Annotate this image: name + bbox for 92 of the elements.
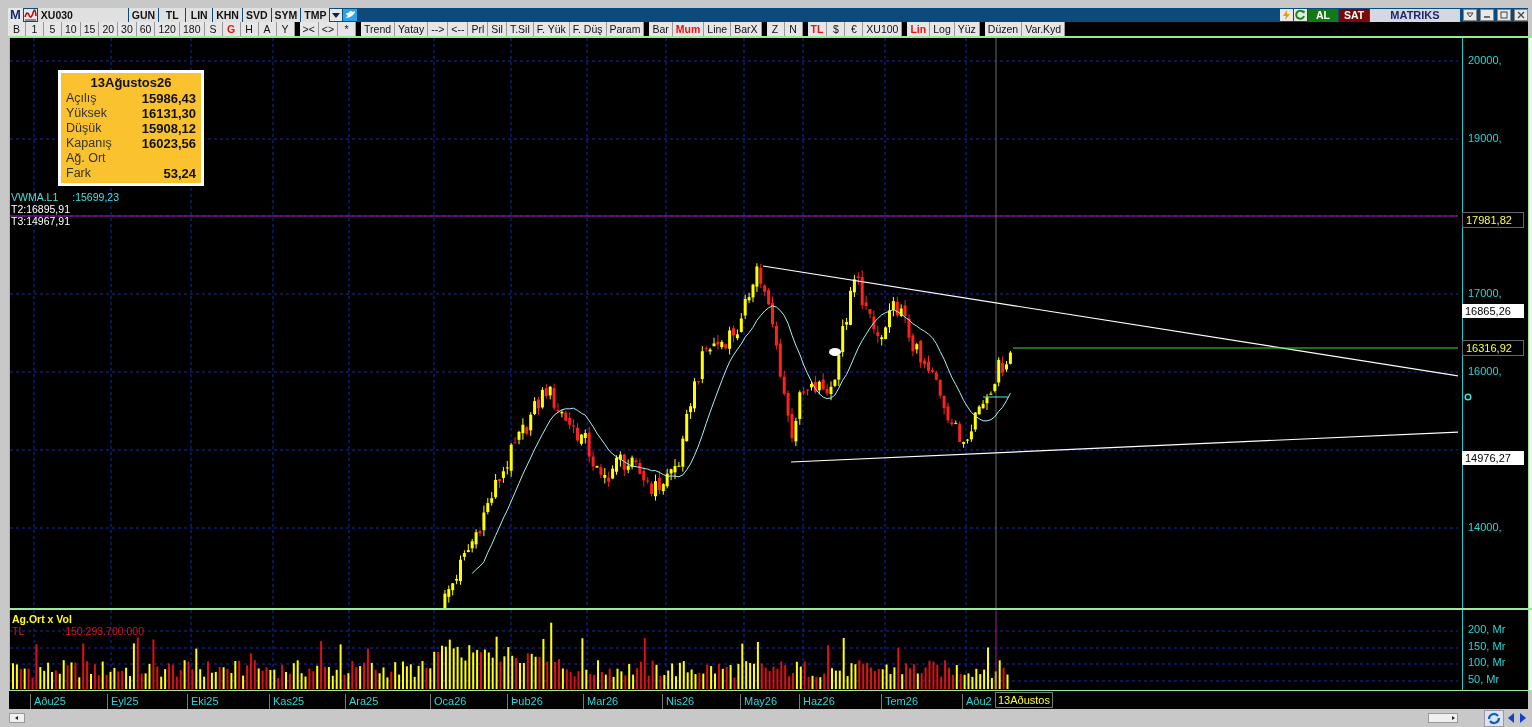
- buy-button[interactable]: AL: [1308, 8, 1338, 22]
- title-bar-button[interactable]: LIN: [186, 8, 213, 22]
- info-label: Ağ. Ort: [66, 151, 106, 166]
- title-bar-button[interactable]: SVD: [242, 8, 271, 22]
- toolbar-button[interactable]: TL: [807, 22, 828, 36]
- toolbar-button[interactable]: XU100: [863, 22, 903, 36]
- toolbar-button[interactable]: 10: [62, 22, 81, 36]
- price-axis-label: 19000,: [1468, 132, 1502, 144]
- date-axis-label: Aðu2: [962, 694, 992, 709]
- toolbar-button[interactable]: Sil: [488, 22, 507, 36]
- date-axis-label: Eyl25: [107, 694, 139, 709]
- volume-title: Ag.Ort x Vol: [12, 613, 73, 625]
- toolbar-button[interactable]: <--: [448, 22, 469, 36]
- toolbar-button[interactable]: €: [845, 22, 864, 36]
- info-date: 13Ağustos26: [89, 75, 173, 91]
- date-axis-label: Oca26: [430, 694, 467, 709]
- indicator-label: T3:14967,91: [11, 215, 70, 227]
- date-axis-label: Nis26: [662, 694, 695, 709]
- indicator-value: :15699,23: [72, 191, 119, 203]
- info-label: Düşük: [66, 121, 102, 136]
- toolbar-button[interactable]: Prl: [468, 22, 489, 36]
- toolbar-button[interactable]: F. Düş: [569, 22, 607, 36]
- toolbar-button[interactable]: Yüz: [954, 22, 980, 36]
- toolbar-button[interactable]: 120: [155, 22, 180, 36]
- toolbar-button[interactable]: Var.Kyd: [1022, 22, 1066, 36]
- info-label: Yüksek: [66, 106, 107, 121]
- info-value: 15986,43: [141, 91, 196, 106]
- toolbar-button[interactable]: F. Yük: [533, 22, 570, 36]
- date-axis-label: May26: [740, 694, 778, 709]
- title-bar-button[interactable]: TMP: [301, 8, 330, 22]
- date-axis-label: Tem26: [881, 694, 919, 709]
- info-value: 16023,56: [141, 136, 196, 151]
- volume-currency: TL: [12, 625, 25, 637]
- toolbar-button[interactable]: Log: [930, 22, 955, 36]
- info-label: Kapanış: [66, 136, 112, 151]
- date-axis-label: Aðu25: [30, 694, 66, 709]
- toolbar-button[interactable]: Bar: [649, 22, 673, 36]
- toolbar-button[interactable]: BarX: [731, 22, 762, 36]
- volume-axis-label: 150, Mr: [1468, 640, 1506, 652]
- toolbar-button[interactable]: 30: [118, 22, 137, 36]
- price-axis-label: 20000,: [1468, 54, 1502, 66]
- cursor-date-label: 13Aðustos: [995, 692, 1053, 708]
- toolbar-button[interactable]: B: [8, 22, 26, 36]
- toolbar-button[interactable]: T.Sil: [506, 22, 534, 36]
- info-value: 15908,12: [141, 121, 196, 136]
- info-value: 53,24: [163, 166, 196, 181]
- title-bar-button[interactable]: TL: [159, 8, 186, 22]
- volume-value: :150.293.700.000: [62, 625, 144, 637]
- price-tag: 14976,27: [1462, 451, 1524, 465]
- toolbar-button[interactable]: 5: [44, 22, 62, 36]
- title-bar-button[interactable]: SYM: [271, 8, 301, 22]
- date-axis-label: Mar26: [583, 694, 619, 709]
- title-bar-button[interactable]: KHN: [213, 8, 242, 22]
- title-bar-button[interactable]: GUN: [128, 8, 159, 22]
- price-axis-label: 14000,: [1468, 521, 1502, 533]
- info-value: 16131,30: [141, 106, 196, 121]
- volume-axis-label: 100, Mr: [1468, 656, 1506, 668]
- toolbar-button[interactable]: 20: [99, 22, 119, 36]
- brand-logo: MATRIKS: [1370, 8, 1460, 22]
- toolbar-button[interactable]: 180: [179, 22, 205, 36]
- info-label: Fark: [66, 166, 91, 181]
- date-axis-label: Haz26: [799, 694, 835, 709]
- symbol-field[interactable]: XU030: [37, 8, 128, 22]
- price-tag: 17981,82: [1462, 212, 1524, 228]
- date-axis-label: Þub26: [507, 694, 543, 709]
- toolbar-button[interactable]: 1: [26, 22, 44, 36]
- toolbar-button[interactable]: Line: [704, 22, 732, 36]
- toolbar-button[interactable]: *: [338, 22, 357, 36]
- toolbar-button[interactable]: Lin: [907, 22, 931, 36]
- info-label: Açılış: [66, 91, 97, 106]
- indicator-label: VWMA.L1: [11, 191, 59, 203]
- toolbar-button[interactable]: -->: [428, 22, 449, 36]
- toolbar-button[interactable]: Düzen: [984, 22, 1023, 36]
- toolbar-button[interactable]: <>: [318, 22, 339, 36]
- indicator-label: T2:16895,91: [11, 203, 70, 215]
- date-axis-label: Eki25: [187, 694, 219, 709]
- toolbar-button[interactable]: $: [827, 22, 846, 36]
- sell-button[interactable]: SAT: [1339, 8, 1369, 22]
- price-tag: 16316,92: [1462, 340, 1524, 356]
- price-tag: 16865,26: [1462, 304, 1524, 318]
- app-logo[interactable]: M: [8, 8, 23, 22]
- volume-axis-label: 200, Mr: [1468, 623, 1506, 635]
- toolbar-button[interactable]: Param: [606, 22, 645, 36]
- date-axis-label: Kas25: [269, 694, 305, 709]
- date-axis-label: Ara25: [345, 694, 379, 709]
- price-axis-label: 17000,: [1468, 287, 1502, 299]
- toolbar-button[interactable]: Trend: [361, 22, 396, 36]
- toolbar-button[interactable]: Mum: [672, 22, 705, 36]
- price-axis-label: 16000,: [1468, 365, 1502, 377]
- volume-axis-label: 50, Mr: [1468, 673, 1500, 685]
- toolbar-button[interactable]: ><: [299, 22, 319, 36]
- toolbar-button[interactable]: Yatay: [395, 22, 429, 36]
